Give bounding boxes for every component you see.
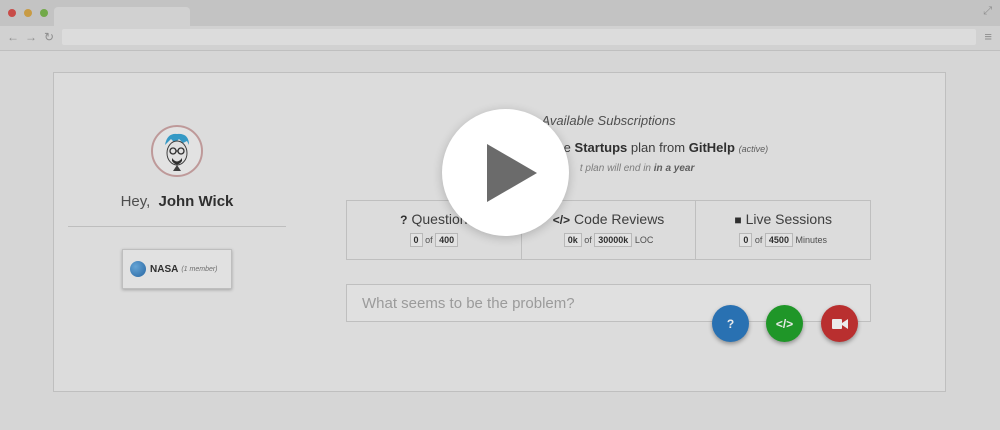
play-button[interactable] (442, 109, 569, 236)
play-icon (487, 144, 537, 202)
